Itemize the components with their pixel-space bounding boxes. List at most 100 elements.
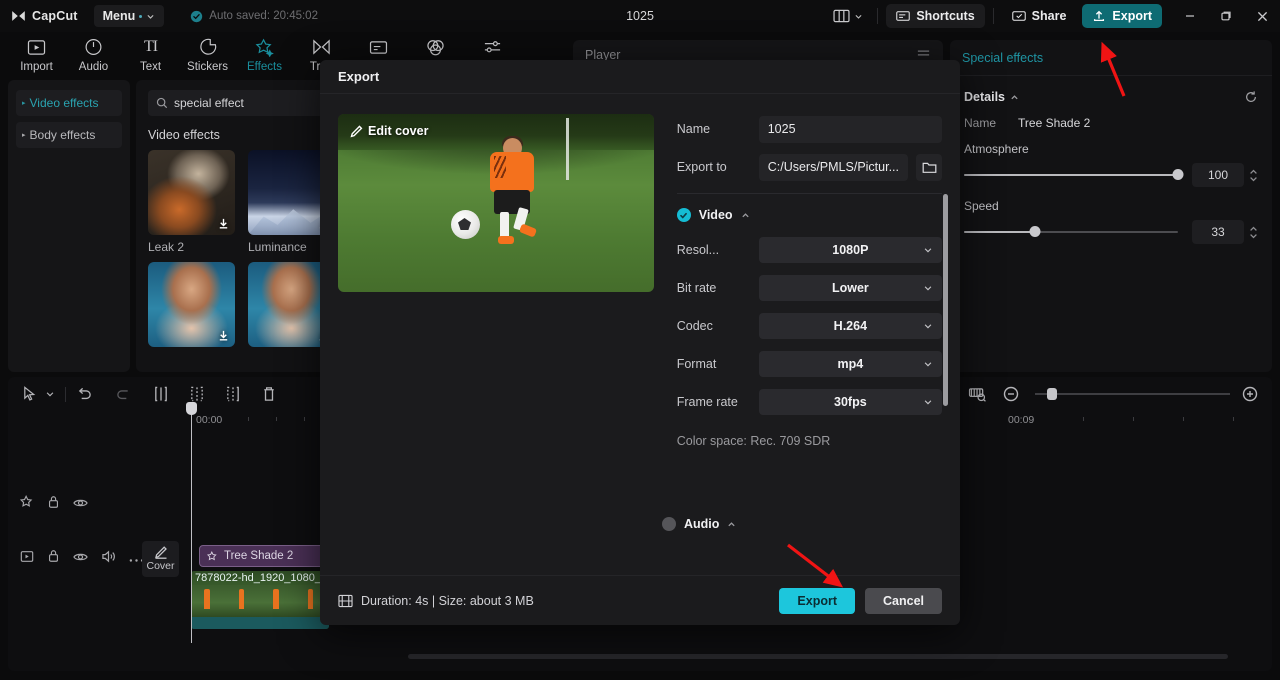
- lock-icon[interactable]: [47, 549, 60, 568]
- capcut-logo-icon: [12, 11, 25, 21]
- zoom-knob[interactable]: [1047, 388, 1057, 400]
- undo-icon[interactable]: [76, 387, 93, 402]
- shortcuts-button[interactable]: Shortcuts: [886, 4, 985, 28]
- resolution-row: Resol... 1080P: [677, 236, 942, 264]
- effects-icon: [255, 36, 274, 58]
- bitrate-select[interactable]: Lower: [758, 275, 942, 301]
- sidebar-item-video-effects[interactable]: ▸ Video effects: [16, 90, 122, 116]
- keyframe-icon[interactable]: [968, 387, 987, 402]
- export-button[interactable]: Export: [1082, 4, 1162, 28]
- format-label: Format: [676, 357, 717, 371]
- minimize-icon: [1186, 15, 1194, 17]
- tab-captions[interactable]: [350, 36, 407, 61]
- lock-icon[interactable]: [47, 495, 60, 514]
- playhead[interactable]: [186, 402, 197, 643]
- format-select[interactable]: mp4: [758, 351, 942, 377]
- select-tool-icon[interactable]: [22, 386, 37, 402]
- slider-knob[interactable]: [1172, 169, 1184, 180]
- speed-slider[interactable]: [964, 225, 1178, 239]
- chevron-down-icon: [924, 286, 932, 291]
- export-to-row: Export to C:/Users/PMLS/Pictur...: [677, 152, 942, 182]
- zoom-in-icon[interactable]: [1242, 386, 1258, 402]
- ruler-label-start: 00:00: [196, 414, 223, 426]
- dialog-export-button[interactable]: Export: [779, 587, 855, 614]
- maximize-button[interactable]: [1208, 0, 1244, 32]
- zoom-slider[interactable]: [1035, 388, 1230, 400]
- eye-icon[interactable]: [73, 550, 88, 568]
- effect-clip[interactable]: Tree Shade 2: [199, 545, 329, 567]
- download-icon[interactable]: [217, 329, 230, 342]
- caret-up-icon[interactable]: [727, 520, 736, 529]
- name-row: Name 1025: [677, 114, 942, 144]
- effect-label: Leak 2: [148, 240, 185, 254]
- cover-button[interactable]: Cover: [142, 541, 179, 577]
- resolution-select[interactable]: 1080P: [758, 237, 942, 263]
- effect-item[interactable]: [148, 262, 235, 347]
- export-dialog-footer: Duration: 4s | Size: about 3 MB Export C…: [320, 575, 960, 625]
- tab-text[interactable]: TI Text: [122, 36, 179, 73]
- tab-adjust[interactable]: [464, 36, 521, 61]
- timeline-horizontal-scrollbar[interactable]: [408, 654, 1228, 659]
- trim-start-icon[interactable]: [190, 386, 204, 402]
- keyboard-icon: [896, 11, 911, 21]
- dialog-cancel-button[interactable]: Cancel: [865, 587, 942, 614]
- effect-icon[interactable]: [19, 495, 34, 514]
- redo-icon[interactable]: [115, 387, 132, 402]
- split-icon[interactable]: [154, 386, 168, 402]
- menu-button[interactable]: Menu: [93, 5, 165, 27]
- audio-checkbox[interactable]: [662, 517, 676, 531]
- tab-import[interactable]: Import: [8, 36, 65, 73]
- tab-label: Import: [20, 61, 53, 73]
- effect-item[interactable]: Leak 2: [148, 150, 235, 254]
- sidebar-item-body-effects[interactable]: ▸ Body effects: [16, 122, 122, 148]
- chevron-right-icon: ▸: [22, 132, 26, 139]
- trim-end-icon[interactable]: [226, 386, 240, 402]
- autosave-status: Auto saved: 20:45:02: [190, 10, 318, 23]
- tab-stickers[interactable]: Stickers: [179, 36, 236, 73]
- caret-up-icon[interactable]: [741, 211, 750, 220]
- video-clip[interactable]: 7878022-hd_1920_1080_: [191, 571, 329, 629]
- dialog-scrollbar[interactable]: [943, 194, 948, 406]
- codec-select[interactable]: H.264: [758, 313, 942, 339]
- tab-filters[interactable]: [407, 36, 464, 61]
- ruler-label-current: 00:09: [1008, 414, 1035, 426]
- speed-value[interactable]: 33: [1192, 220, 1244, 244]
- speed-stepper[interactable]: [1249, 226, 1258, 239]
- volume-icon[interactable]: [101, 550, 116, 568]
- tab-label: Stickers: [187, 61, 228, 73]
- play-icon[interactable]: [20, 550, 34, 568]
- slider-knob[interactable]: [1029, 226, 1041, 237]
- tab-effects[interactable]: Effects: [236, 36, 293, 73]
- export-path-input[interactable]: C:/Users/PMLS/Pictur...: [758, 153, 908, 181]
- layout-button[interactable]: [827, 5, 869, 27]
- reset-icon[interactable]: [1244, 90, 1258, 104]
- goal-post: [566, 118, 569, 180]
- share-button[interactable]: Share: [1002, 4, 1077, 28]
- import-icon: [27, 36, 46, 58]
- zoom-out-icon[interactable]: [1003, 386, 1019, 402]
- close-button[interactable]: [1244, 0, 1280, 32]
- speed-label: Speed: [964, 199, 999, 213]
- divider: [992, 8, 994, 24]
- video-checkbox[interactable]: [676, 208, 691, 222]
- minimize-button[interactable]: [1172, 0, 1208, 32]
- atmosphere-stepper[interactable]: [1249, 169, 1258, 182]
- download-icon[interactable]: [217, 217, 230, 230]
- close-icon: [1257, 11, 1267, 21]
- export-dialog: Export Edit cover Name 1025 Export to C:…: [320, 60, 960, 625]
- folder-icon[interactable]: [916, 153, 942, 181]
- eye-icon[interactable]: [73, 496, 88, 514]
- caret-up-icon[interactable]: [1010, 93, 1019, 102]
- edit-cover-button[interactable]: Edit cover: [350, 124, 428, 138]
- atmosphere-slider[interactable]: [964, 168, 1184, 182]
- chevron-down-icon[interactable]: [45, 389, 55, 399]
- slider-fill: [964, 231, 1035, 233]
- tab-audio[interactable]: Audio: [65, 36, 122, 73]
- codec-row: Codec H.264: [677, 312, 942, 340]
- atmosphere-value[interactable]: 100: [1192, 163, 1244, 187]
- sidebar-item-label: Body effects: [29, 128, 96, 142]
- search-icon: [156, 97, 168, 109]
- delete-icon[interactable]: [262, 386, 276, 402]
- framerate-select[interactable]: 30fps: [758, 389, 942, 415]
- name-input[interactable]: 1025: [758, 115, 942, 143]
